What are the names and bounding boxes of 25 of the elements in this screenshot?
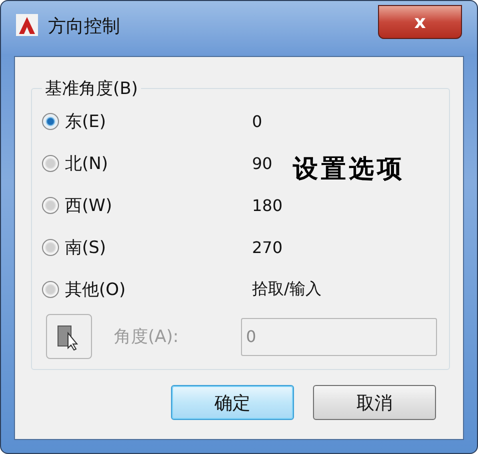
angle-value: 拾取/输入: [252, 278, 322, 300]
ok-button[interactable]: 确定: [171, 385, 294, 420]
logo-icon: [16, 14, 38, 36]
annotation-text: 设置选项: [293, 152, 406, 184]
pick-point-button[interactable]: [46, 314, 92, 359]
radio-option[interactable]: 东(E): [42, 110, 252, 132]
radio-option[interactable]: 其他(O): [42, 278, 252, 300]
radio-icon[interactable]: [42, 154, 59, 172]
radio-option[interactable]: 西(W): [42, 194, 252, 216]
window-title: 方向控制: [48, 15, 120, 38]
radio-icon[interactable]: [42, 238, 59, 256]
close-button[interactable]: x: [378, 5, 462, 39]
group-label: 基准角度(B): [44, 78, 139, 100]
radio-icon[interactable]: [42, 112, 59, 130]
angle-label: 角度(A):: [114, 326, 180, 348]
angle-value: 270: [252, 238, 284, 256]
radio-option[interactable]: 北(N): [42, 152, 252, 174]
angle-value: 0: [252, 112, 264, 130]
radio-icon[interactable]: [42, 280, 59, 298]
cancel-button[interactable]: 取消: [313, 385, 436, 420]
pick-cursor-icon: [57, 322, 81, 350]
radio-option[interactable]: 南(S): [42, 236, 252, 258]
radio-icon[interactable]: [42, 196, 59, 214]
angle-value: 90: [252, 154, 274, 172]
angle-value: 180: [252, 196, 284, 214]
